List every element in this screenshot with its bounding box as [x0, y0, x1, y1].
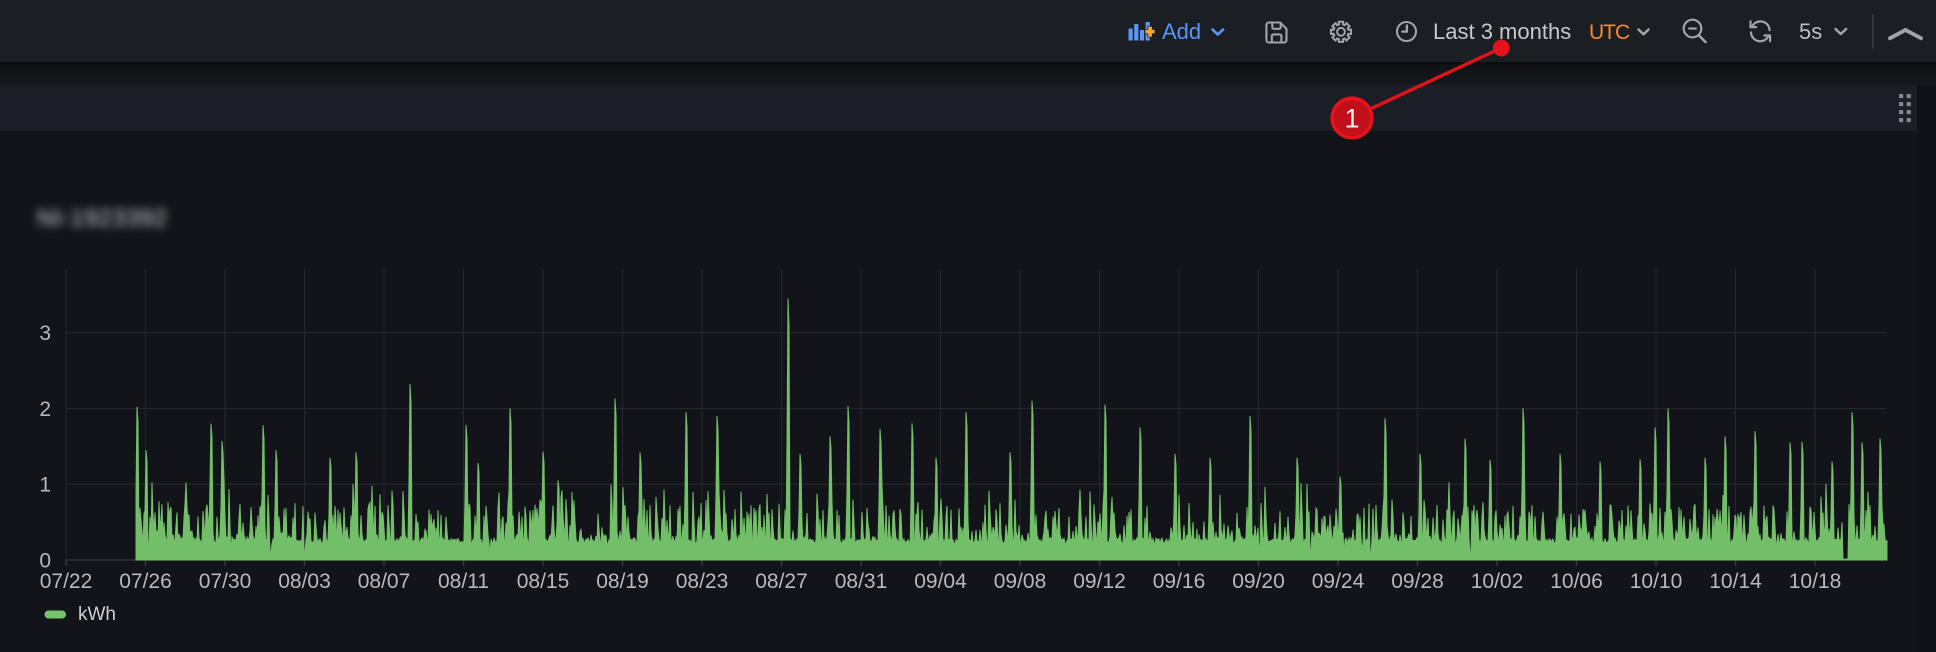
svg-text:08/27: 08/27	[755, 570, 808, 593]
svg-text:10/10: 10/10	[1630, 570, 1683, 593]
svg-text:08/11: 08/11	[438, 570, 489, 593]
svg-text:3: 3	[39, 322, 51, 345]
svg-text:10/14: 10/14	[1709, 570, 1762, 593]
svg-text:08/03: 08/03	[278, 570, 331, 593]
svg-text:07/22: 07/22	[40, 570, 93, 593]
svg-text:2: 2	[39, 398, 51, 421]
svg-text:08/23: 08/23	[676, 570, 729, 593]
svg-text:10/02: 10/02	[1471, 570, 1524, 593]
svg-text:09/20: 09/20	[1232, 570, 1285, 593]
svg-text:09/08: 09/08	[994, 570, 1047, 593]
svg-text:10/06: 10/06	[1550, 570, 1603, 593]
svg-text:08/31: 08/31	[835, 570, 888, 593]
svg-text:09/12: 09/12	[1073, 570, 1126, 593]
svg-text:08/19: 08/19	[596, 570, 649, 593]
svg-text:kWh: kWh	[78, 604, 116, 625]
svg-text:1: 1	[39, 474, 51, 497]
svg-text:07/30: 07/30	[199, 570, 252, 593]
svg-text:1: 1	[1344, 104, 1359, 134]
svg-text:09/16: 09/16	[1153, 570, 1206, 593]
svg-text:07/26: 07/26	[119, 570, 172, 593]
svg-text:09/28: 09/28	[1391, 570, 1444, 593]
svg-text:0: 0	[39, 550, 51, 573]
svg-text:08/07: 08/07	[358, 570, 411, 593]
svg-text:10/18: 10/18	[1789, 570, 1842, 593]
svg-text:09/04: 09/04	[914, 570, 967, 593]
svg-text:09/24: 09/24	[1312, 570, 1365, 593]
svg-text:08/15: 08/15	[517, 570, 570, 593]
